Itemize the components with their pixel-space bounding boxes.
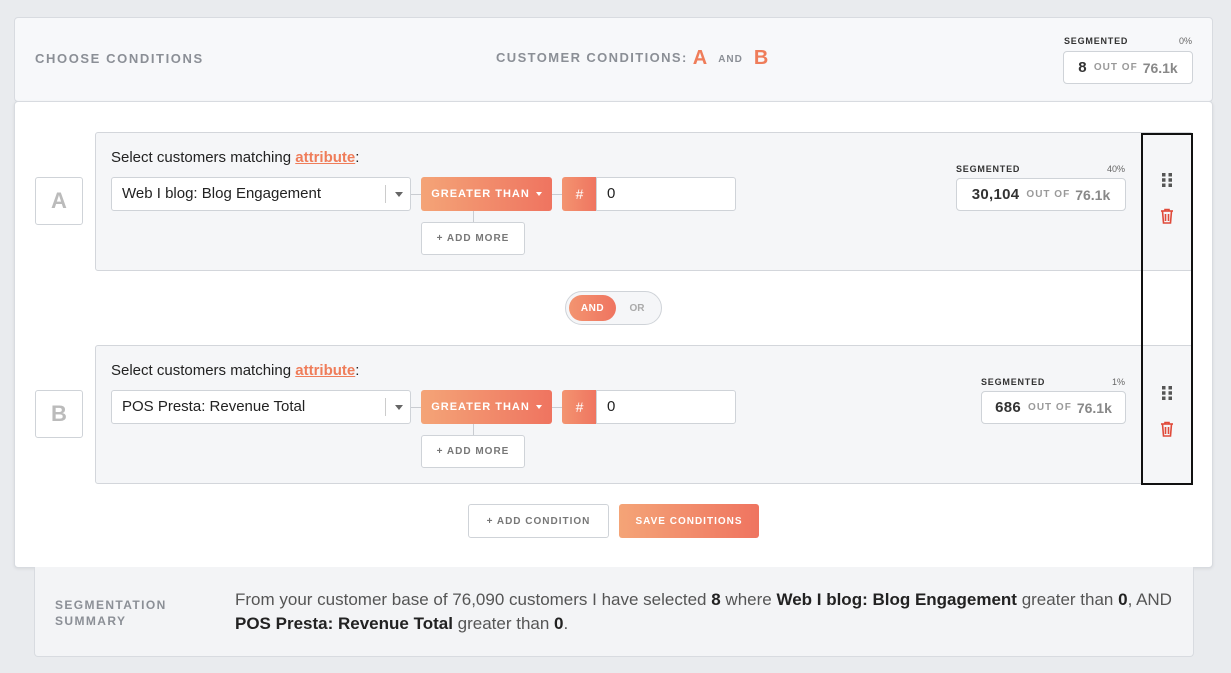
and-option[interactable]: AND (569, 295, 616, 321)
segmented-count-box: 686 OUT OF 76.1k (981, 391, 1126, 424)
condition-value-input[interactable]: 0 (596, 390, 736, 424)
add-condition-button[interactable]: + ADD CONDITION (468, 504, 609, 538)
attribute-select[interactable]: Web I blog: Blog Engagement (111, 177, 411, 211)
number-type-icon: # (562, 390, 597, 424)
summary-text: From your customer base of 76,090 custom… (235, 590, 1172, 633)
number-type-icon: # (562, 177, 597, 211)
or-option[interactable]: OR (618, 295, 656, 321)
segmented-header: SEGMENTED 40% (956, 164, 1125, 174)
summary-title: SEGMENTATION SUMMARY (55, 598, 167, 628)
chevron-down-icon (395, 405, 403, 410)
operator-dropdown[interactable]: GREATER THAN (421, 390, 552, 424)
condition-prompt: Select customers matching attribute: (111, 149, 360, 166)
trash-icon[interactable] (1160, 421, 1174, 437)
condition-card-a: Select customers matching attribute: Web… (95, 132, 1193, 271)
row-actions-column (1141, 133, 1193, 485)
add-more-button[interactable]: + ADD MORE (421, 435, 525, 468)
condition-b-tag: B (753, 47, 769, 69)
chevron-down-icon (535, 192, 542, 196)
condition-value-input[interactable]: 0 (596, 177, 736, 211)
condition-a-tag: A (692, 47, 708, 69)
customer-conditions-label: CUSTOMER CONDITIONS: A AND B (496, 47, 769, 69)
segmented-header: SEGMENTED 0% (1064, 36, 1192, 46)
attribute-link[interactable]: attribute (295, 149, 355, 166)
condition-prompt: Select customers matching attribute: (111, 362, 360, 379)
logic-toggle[interactable]: AND OR (565, 291, 662, 325)
operator-dropdown[interactable]: GREATER THAN (421, 177, 552, 211)
save-conditions-button[interactable]: SAVE CONDITIONS (619, 504, 759, 538)
conditions-header: CHOOSE CONDITIONS CUSTOMER CONDITIONS: A… (14, 17, 1213, 102)
chevron-down-icon (535, 405, 542, 409)
add-more-button[interactable]: + ADD MORE (421, 222, 525, 255)
condition-letter-a: A (35, 177, 83, 225)
trash-icon[interactable] (1160, 208, 1174, 224)
chevron-down-icon (395, 192, 403, 197)
segmented-count-box: 30,104 OUT OF 76.1k (956, 178, 1126, 211)
condition-letter-b: B (35, 390, 83, 438)
choose-conditions-title: CHOOSE CONDITIONS (35, 51, 204, 66)
attribute-select[interactable]: POS Presta: Revenue Total (111, 390, 411, 424)
segmented-count-box: 8 OUT OF 76.1k (1063, 51, 1193, 84)
segmented-header: SEGMENTED 1% (981, 377, 1125, 387)
drag-handle-icon[interactable] (1162, 173, 1172, 187)
condition-card-b: Select customers matching attribute: POS… (95, 345, 1193, 484)
drag-handle-icon[interactable] (1162, 386, 1172, 400)
segmentation-summary: SEGMENTATION SUMMARY From your customer … (34, 567, 1194, 657)
attribute-link[interactable]: attribute (295, 362, 355, 379)
